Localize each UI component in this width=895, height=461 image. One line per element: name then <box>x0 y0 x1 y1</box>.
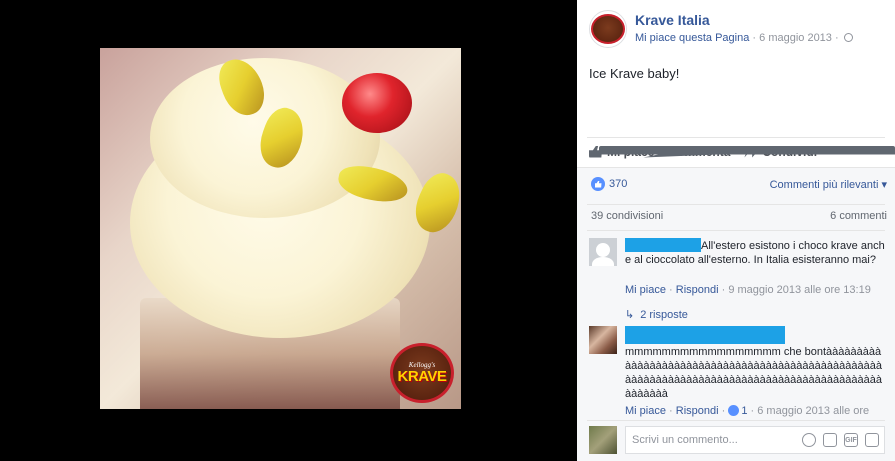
photo-viewer: Kellogg's KRAVE <box>0 0 577 461</box>
sort-comments-dropdown[interactable]: Commenti più rilevanti ▾ <box>770 178 887 191</box>
comment-text: mmmmmmmmmmmmmmmmm che bontàààààààààààààà… <box>625 346 882 400</box>
composer-tools: GIF <box>802 433 879 447</box>
comment-meta: Mi piace · Rispondi · 9 maggio 2013 alle… <box>625 284 871 296</box>
reactions-row: 370 Commenti più rilevanti ▾ <box>591 176 887 194</box>
logo-name: KRAVE <box>397 368 447 385</box>
user-avatar <box>589 426 617 454</box>
comments-count[interactable]: 6 commenti <box>830 210 887 222</box>
page-name-link[interactable]: Krave Italia <box>635 12 710 28</box>
action-bar: Mi piace Commenta Condividi <box>587 137 895 165</box>
post-photo[interactable]: Kellogg's KRAVE <box>100 48 461 409</box>
post-panel: Krave Italia Mi piace questa Pagina · 6 … <box>577 0 895 461</box>
comment-meta: Mi piace · Rispondi · 1 · 6 maggio 2013 … <box>625 405 870 417</box>
comment-reply-link[interactable]: Rispondi <box>676 284 719 296</box>
krave-logo: Kellogg's KRAVE <box>390 343 454 403</box>
cherry-shape <box>342 73 412 133</box>
divider <box>587 420 885 421</box>
comment-composer: GIF <box>589 426 885 454</box>
post-text: Ice Krave baby! <box>589 66 680 81</box>
post-meta: Mi piace questa Pagina · 6 maggio 2013 · <box>635 32 853 44</box>
comment-time[interactable]: 6 maggio 2013 alle ore <box>757 405 869 417</box>
krave-logo-mini <box>591 14 625 44</box>
redacted-name[interactable] <box>625 326 785 344</box>
post-header: Krave Italia Mi piace questa Pagina · 6 … <box>589 8 889 48</box>
gif-icon[interactable]: GIF <box>844 433 858 447</box>
like-reaction-icon <box>728 405 740 416</box>
replies-label: 2 risposte <box>640 309 688 321</box>
like-reaction-icon <box>591 177 605 191</box>
comment-body: All'estero esistono i choco krave anche … <box>625 238 885 267</box>
commenter-avatar[interactable] <box>589 238 617 266</box>
comment-item: mmmmmmmmmmmmmmmmm che bontàààààààààààààà… <box>589 326 885 417</box>
like-page-link[interactable]: Mi piace questa Pagina <box>635 32 749 44</box>
sort-label: Commenti più rilevanti <box>769 179 879 191</box>
sticker-icon[interactable] <box>865 433 879 447</box>
comment-time[interactable]: 9 maggio 2013 alle ore 13:19 <box>728 284 871 296</box>
comment-item: All'estero esistono i choco krave anche … <box>589 238 885 298</box>
like-count[interactable]: 370 <box>609 178 627 190</box>
redacted-name[interactable] <box>625 238 701 252</box>
page-avatar[interactable] <box>589 10 627 48</box>
comment-button[interactable]: Commenta <box>599 145 895 159</box>
post-date[interactable]: 6 maggio 2013 <box>759 32 832 44</box>
share-row: 39 condivisioni 6 commenti <box>591 210 887 226</box>
globe-icon <box>843 33 853 42</box>
shares-count[interactable]: 39 condivisioni <box>591 210 663 222</box>
reply-arrow-icon: ↳ <box>625 309 635 321</box>
comment-like-count[interactable]: 1 <box>741 405 747 417</box>
camera-icon[interactable] <box>823 433 837 447</box>
divider <box>587 230 885 231</box>
comment-reply-link[interactable]: Rispondi <box>676 405 719 417</box>
comment-like-link[interactable]: Mi piace <box>625 284 666 296</box>
comment-like-link[interactable]: Mi piace <box>625 405 666 417</box>
divider <box>587 204 885 205</box>
comment-body: mmmmmmmmmmmmmmmmm che bontàààààààààààààà… <box>625 326 885 401</box>
comments-area: 370 Commenti più rilevanti ▾ 39 condivis… <box>577 167 895 461</box>
emoji-icon[interactable] <box>802 433 816 447</box>
view-replies-link[interactable]: ↳ 2 risposte <box>625 308 688 321</box>
commenter-avatar[interactable] <box>589 326 617 354</box>
